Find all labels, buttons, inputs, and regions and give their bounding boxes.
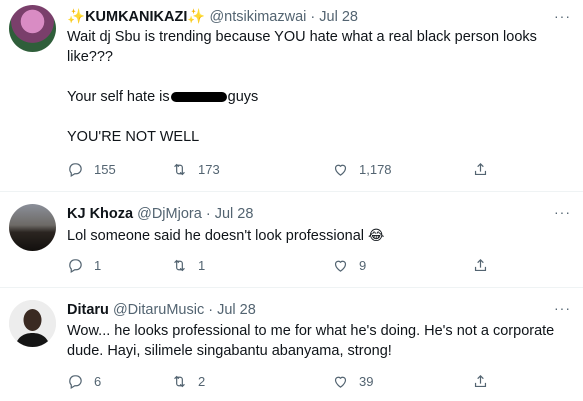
tweet-header: ✨KUMKANIKAZI✨ @ntsikimazwai · Jul 28 xyxy=(67,8,358,26)
retweet-icon xyxy=(174,375,185,388)
user-handle[interactable]: @DjMjora xyxy=(137,206,202,222)
tweet-actions: 6 2 39 xyxy=(67,373,497,393)
tweet-feed: ✨KUMKANIKAZI✨ @ntsikimazwai · Jul 28 ···… xyxy=(0,0,583,401)
display-name[interactable]: KUMKANIKAZI xyxy=(85,9,187,25)
separator-dot: · xyxy=(208,302,214,318)
tweet-actions: 155 173 1,178 xyxy=(67,161,497,181)
tweet-text-fragment: Lol someone said he doesn't look profess… xyxy=(67,228,364,244)
tweet-date[interactable]: Jul 28 xyxy=(215,206,254,222)
reply-button[interactable]: 6 xyxy=(67,373,101,390)
user-handle[interactable]: @ntsikimazwai xyxy=(209,9,306,25)
tweet-date[interactable]: Jul 28 xyxy=(319,9,358,25)
tweet[interactable]: KJ Khoza @DjMjora · Jul 28 ··· Lol someo… xyxy=(0,192,583,288)
tweet[interactable]: ✨KUMKANIKAZI✨ @ntsikimazwai · Jul 28 ···… xyxy=(0,0,583,192)
avatar-portrait xyxy=(9,300,56,347)
like-icon xyxy=(334,260,347,272)
separator-dot: · xyxy=(310,9,316,25)
avatar[interactable] xyxy=(9,300,56,347)
retweet-button[interactable]: 2 xyxy=(171,373,205,390)
display-name[interactable]: Ditaru xyxy=(67,302,109,318)
reply-button[interactable]: 1 xyxy=(67,257,101,274)
sparkle-emoji: ✨ xyxy=(187,9,206,25)
like-button[interactable]: 39 xyxy=(332,373,373,390)
avatar[interactable] xyxy=(9,5,56,52)
like-button[interactable]: 9 xyxy=(332,257,366,274)
reply-count: 6 xyxy=(94,374,102,389)
tweet-actions: 1 1 9 xyxy=(67,257,497,277)
reply-icon xyxy=(69,163,82,177)
avatar[interactable] xyxy=(9,204,56,251)
retweet-count: 2 xyxy=(198,374,206,389)
share-button[interactable] xyxy=(472,161,489,178)
reply-button[interactable]: 155 xyxy=(67,161,116,178)
separator-dot: · xyxy=(205,206,211,222)
tweet-header: Ditaru @DitaruMusic · Jul 28 xyxy=(67,301,256,319)
retweet-button[interactable]: 1 xyxy=(171,257,205,274)
tweet-text: Wait dj Sbu is trending because YOU hate… xyxy=(67,27,563,147)
reply-count: 1 xyxy=(94,258,102,273)
tweet[interactable]: Ditaru @DitaruMusic · Jul 28 ··· Wow... … xyxy=(0,288,583,401)
like-icon xyxy=(334,376,347,388)
display-name[interactable]: KJ Khoza xyxy=(67,206,133,222)
retweet-icon xyxy=(174,259,185,272)
retweet-button[interactable]: 173 xyxy=(171,161,220,178)
tweet-text-line: Wow... he looks professional to me for w… xyxy=(67,323,555,359)
share-button[interactable] xyxy=(472,373,489,390)
tweet-text-line: YOU'RE NOT WELL xyxy=(67,129,200,145)
reply-icon xyxy=(69,375,82,389)
share-icon xyxy=(474,258,487,272)
reply-count: 155 xyxy=(94,162,116,177)
more-options-icon[interactable]: ··· xyxy=(554,300,571,316)
like-button[interactable]: 1,178 xyxy=(332,161,392,178)
laughing-emoji: 😂 xyxy=(368,227,385,243)
more-options-icon[interactable]: ··· xyxy=(554,204,571,220)
tweet-text-fragment: Your self hate is xyxy=(67,89,170,105)
retweet-icon xyxy=(174,163,185,176)
tweet-text: Wow... he looks professional to me for w… xyxy=(67,321,563,361)
share-button[interactable] xyxy=(472,257,489,274)
sparkle-emoji: ✨ xyxy=(67,9,86,25)
tweet-text-fragment: guys xyxy=(227,89,259,105)
more-options-icon[interactable]: ··· xyxy=(554,8,571,24)
like-count: 1,178 xyxy=(359,162,392,177)
tweet-text: Lol someone said he doesn't look profess… xyxy=(67,225,563,246)
tweet-text-line: Lol someone said he doesn't look profess… xyxy=(67,225,563,246)
tweet-text-line: Wait dj Sbu is trending because YOU hate… xyxy=(67,29,537,65)
user-handle[interactable]: @DitaruMusic xyxy=(113,302,204,318)
like-count: 9 xyxy=(359,258,367,273)
share-icon xyxy=(474,374,487,388)
tweet-text-line: Your self hate is guys xyxy=(67,87,563,107)
tweet-header: KJ Khoza @DjMjora · Jul 28 xyxy=(67,205,253,223)
share-icon xyxy=(474,162,487,176)
tweet-date[interactable]: Jul 28 xyxy=(217,302,256,318)
reply-icon xyxy=(69,259,82,273)
like-count: 39 xyxy=(359,374,374,389)
censor-bar xyxy=(170,92,227,103)
retweet-count: 1 xyxy=(198,258,206,273)
like-icon xyxy=(334,164,347,176)
retweet-count: 173 xyxy=(198,162,220,177)
